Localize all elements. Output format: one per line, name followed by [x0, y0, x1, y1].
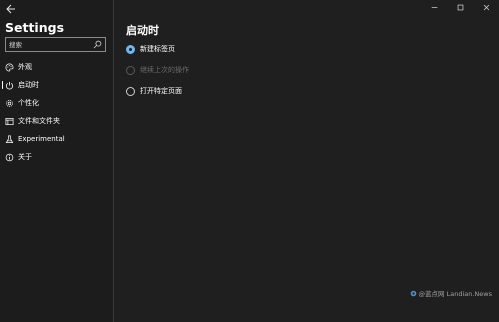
minimize-icon	[431, 6, 437, 8]
radio-option-continue[interactable]: 继续上次的操作	[126, 65, 189, 75]
minimize-button[interactable]	[421, 0, 447, 14]
radio-label: 打开特定页面	[140, 87, 182, 95]
radio-label: 新建标签页	[140, 45, 175, 53]
window-controls	[421, 0, 499, 14]
arrow-left-icon	[6, 4, 15, 14]
sidebar-item-about[interactable]: 关于	[0, 148, 113, 166]
power-icon	[5, 81, 14, 90]
sidebar-item-label: 文件和文件夹	[18, 117, 60, 125]
page-title: 启动时	[126, 24, 159, 37]
back-button[interactable]	[4, 2, 18, 16]
radio-button-disabled[interactable]	[126, 65, 135, 75]
search-box[interactable]	[5, 37, 106, 52]
palette-icon	[5, 63, 14, 72]
maximize-icon	[457, 4, 463, 10]
close-button[interactable]	[473, 0, 499, 14]
radio-option-new-tab[interactable]: 新建标签页	[126, 44, 175, 54]
flask-icon	[5, 135, 14, 144]
sidebar-item-files-folders[interactable]: 文件和文件夹	[0, 112, 113, 130]
sidebar-item-label: 个性化	[18, 99, 39, 107]
close-icon	[483, 4, 489, 10]
sidebar-item-experimental[interactable]: Experimental	[0, 130, 113, 148]
main-content: 启动时 新建标签页 继续上次的操作 打开特定页面 @蓝点网 Landian.Ne…	[115, 0, 499, 322]
radio-option-specific-page[interactable]: 打开特定页面	[126, 86, 182, 96]
sidebar-item-label: Experimental	[18, 135, 65, 143]
sidebar-item-appearance[interactable]: 外观	[0, 58, 113, 76]
search-icon[interactable]	[93, 40, 102, 49]
radio-button-checked[interactable]	[126, 44, 135, 54]
search-input[interactable]	[9, 39, 91, 50]
sidebar: Settings 外观 启动时 个性化	[0, 0, 114, 322]
folder-window-icon	[5, 117, 14, 126]
gear-icon	[5, 99, 14, 108]
app-title: Settings	[5, 20, 65, 35]
selection-indicator	[2, 81, 3, 89]
sidebar-nav: 外观 启动时 个性化 文件和文件夹 Experimental 关于	[0, 58, 113, 166]
radio-button[interactable]	[126, 86, 135, 96]
watermark-text: @蓝点网 Landian.News	[418, 290, 492, 298]
radio-label: 继续上次的操作	[140, 66, 189, 74]
info-icon	[5, 153, 14, 162]
maximize-button[interactable]	[447, 0, 473, 14]
sidebar-item-personalization[interactable]: 个性化	[0, 94, 113, 112]
watermark: @蓝点网 Landian.News	[410, 288, 492, 298]
sidebar-item-label: 启动时	[18, 81, 39, 89]
watermark-logo-icon	[410, 290, 417, 297]
sidebar-item-label: 外观	[18, 63, 32, 71]
sidebar-item-startup[interactable]: 启动时	[0, 76, 113, 94]
sidebar-item-label: 关于	[18, 153, 32, 161]
